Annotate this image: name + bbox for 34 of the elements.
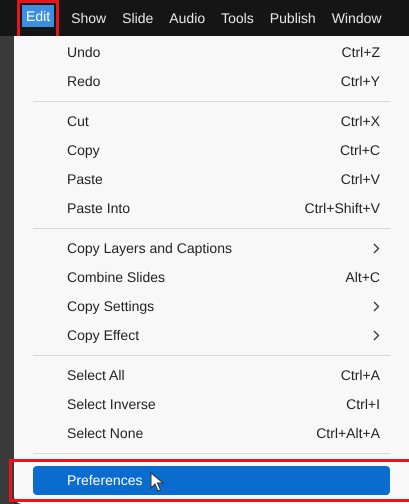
menu-item[interactable]: Copy Layers and Captions — [33, 234, 390, 263]
menu-item[interactable]: Select None Ctrl+Alt+A — [33, 419, 390, 448]
menu-item[interactable]: Copy Settings — [33, 292, 390, 321]
menu-item[interactable]: Undo Ctrl+Z — [33, 38, 390, 67]
menu-item[interactable]: Cut Ctrl+X — [33, 107, 390, 136]
menu-item[interactable]: Copy Effect — [33, 321, 390, 350]
cursor-icon — [150, 472, 164, 492]
menu-item[interactable]: Select All Ctrl+A — [33, 361, 390, 390]
chevron-right-icon — [373, 243, 380, 254]
shortcut-label: Ctrl+Y — [340, 72, 380, 91]
menu-item[interactable]: Redo Ctrl+Y — [33, 67, 390, 96]
menu-bar-item[interactable]: Publish — [266, 4, 320, 32]
shortcut-label: Ctrl+V — [340, 170, 380, 189]
menu-bar-item[interactable]: Show — [67, 4, 110, 32]
shortcut-label: Ctrl+Z — [342, 43, 380, 62]
shortcut-label: Ctrl+X — [340, 112, 380, 131]
menu-item[interactable]: Preferences — [33, 466, 390, 495]
shortcut-label: Alt+C — [345, 268, 380, 287]
menu-item[interactable]: Paste Into Ctrl+Shift+V — [33, 194, 390, 223]
shortcut-label: Ctrl+Alt+A — [316, 424, 380, 443]
shortcut-label: Ctrl+I — [346, 395, 380, 414]
menu-item[interactable]: Select Inverse Ctrl+I — [33, 390, 390, 419]
menu-bar-item[interactable]: Audio — [165, 4, 210, 32]
menu-item[interactable]: Copy Ctrl+C — [33, 136, 390, 165]
menu-item[interactable]: Combine Slides Alt+C — [33, 263, 390, 292]
menu-bar-item[interactable]: Slide — [118, 4, 158, 32]
menu-bar-item[interactable]: Window — [328, 4, 386, 32]
menu-bar-item[interactable]: Tools — [217, 4, 258, 32]
chevron-right-icon — [373, 301, 380, 312]
chevron-right-icon — [373, 330, 380, 341]
shortcut-label: Ctrl+Shift+V — [304, 199, 380, 218]
menu-item[interactable]: Paste Ctrl+V — [33, 165, 390, 194]
shortcut-label: Ctrl+C — [340, 141, 380, 160]
shortcut-label: Ctrl+A — [340, 366, 380, 385]
